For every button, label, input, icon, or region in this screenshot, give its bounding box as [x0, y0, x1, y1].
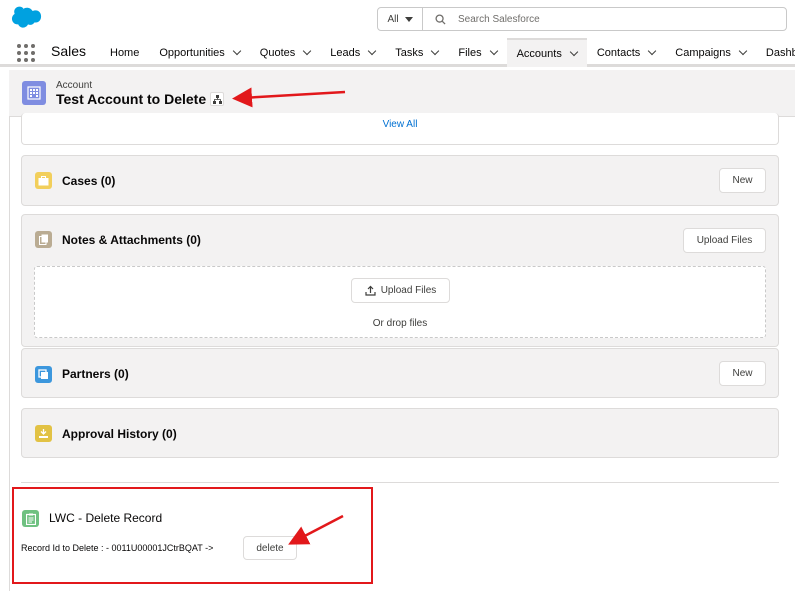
nav-item-label: Dashb: [765, 46, 795, 59]
app-launcher-icon[interactable]: [17, 44, 35, 62]
nav-item-label: Contacts: [596, 46, 641, 59]
nav-item-label: Home: [110, 46, 140, 59]
drop-files-text: Or drop files: [372, 318, 428, 329]
search-placeholder: Search Salesforce: [458, 13, 540, 25]
nav-item-label: Campaigns: [675, 46, 731, 59]
nav-item-label: Quotes: [259, 46, 296, 59]
record-header: Account Test Account to Delete: [9, 70, 795, 117]
app-nav-bar: Sales Home Opportunities Quotes Leads Tasks F…: [0, 38, 795, 67]
nav-item-tasks[interactable]: Tasks: [385, 38, 448, 67]
search-scope-label: All: [387, 13, 399, 25]
partners-card: Partners (0) New: [21, 348, 779, 398]
partners-title: Partners (0): [62, 367, 129, 381]
nav-item-files[interactable]: Files: [448, 38, 506, 67]
notes-attachments-card: Notes & Attachments (0) Upload Files Upl…: [21, 214, 779, 347]
nav-item-label: Leads: [330, 46, 361, 59]
cases-title: Cases (0): [62, 174, 116, 188]
nav-item-campaigns[interactable]: Campaigns: [665, 38, 756, 67]
nav-item-contacts[interactable]: Contacts: [587, 38, 665, 67]
app-name: Sales: [51, 43, 87, 59]
global-header: All Search Salesforce: [0, 0, 795, 38]
global-search: All Search Salesforce: [377, 7, 787, 31]
chevron-down-icon[interactable]: [569, 47, 579, 56]
drop-zone-upload-button[interactable]: Upload Files: [351, 278, 450, 303]
note-icon: [35, 231, 52, 248]
record-id-text: Record Id to Delete : - 0011U00001JCtrBQ…: [21, 543, 214, 553]
account-icon: [22, 81, 46, 105]
nav-item-label: Accounts: [516, 47, 562, 60]
section-divider: [21, 482, 779, 483]
record-title: Test Account to Delete: [56, 91, 207, 107]
case-icon: [35, 172, 52, 189]
nav-item-home[interactable]: Home: [100, 38, 149, 67]
annotation-highlight-box: [12, 487, 373, 584]
salesforce-cloud-icon[interactable]: [11, 6, 43, 30]
cases-card: Cases (0) New: [21, 155, 779, 206]
chevron-down-icon[interactable]: [367, 46, 377, 55]
caret-down-icon: [404, 16, 413, 22]
search-scope-dropdown[interactable]: All: [378, 8, 423, 30]
chevron-down-icon[interactable]: [738, 46, 748, 55]
partners-new-button[interactable]: New: [719, 361, 766, 386]
approval-icon: [35, 425, 52, 442]
chevron-down-icon[interactable]: [648, 46, 657, 55]
chevron-down-icon[interactable]: [489, 46, 498, 55]
nav-item-label: Files: [458, 46, 482, 59]
nav-item-leads[interactable]: Leads: [320, 38, 385, 67]
partner-icon: [35, 366, 52, 383]
upload-files-button[interactable]: Upload Files: [683, 228, 766, 253]
chevron-down-icon[interactable]: [431, 46, 440, 55]
related-list-card: View All: [21, 113, 779, 145]
notes-title: Notes & Attachments (0): [62, 233, 201, 247]
cases-new-button[interactable]: New: [719, 168, 766, 193]
chevron-down-icon[interactable]: [232, 46, 242, 55]
nav-items: Home Opportunities Quotes Leads Tasks Files Ac…: [100, 38, 795, 67]
clipboard-icon: [22, 510, 39, 527]
upload-icon: [365, 285, 376, 296]
nav-item-accounts[interactable]: Accounts: [506, 38, 587, 67]
search-input[interactable]: Search Salesforce: [423, 8, 786, 30]
view-hierarchy-icon[interactable]: [210, 92, 224, 106]
nav-item-dashb[interactable]: Dashb: [756, 38, 795, 67]
nav-item-opportunities[interactable]: Opportunities: [149, 38, 249, 67]
chevron-down-icon[interactable]: [303, 46, 312, 55]
nav-item-label: Tasks: [395, 46, 424, 59]
lwc-title: LWC - Delete Record: [49, 511, 163, 525]
entity-label: Account: [56, 80, 93, 91]
nav-item-quotes[interactable]: Quotes: [250, 38, 320, 67]
approval-history-card: Approval History (0): [21, 408, 779, 458]
nav-item-label: Opportunities: [159, 46, 225, 59]
search-icon: [435, 13, 446, 25]
drop-zone-upload-label: Upload Files: [380, 285, 437, 296]
approval-history-title: Approval History (0): [62, 427, 177, 441]
delete-button[interactable]: delete: [243, 536, 297, 560]
file-drop-zone[interactable]: Upload Files Or drop files: [34, 266, 766, 338]
view-all-link[interactable]: View All: [22, 119, 778, 130]
